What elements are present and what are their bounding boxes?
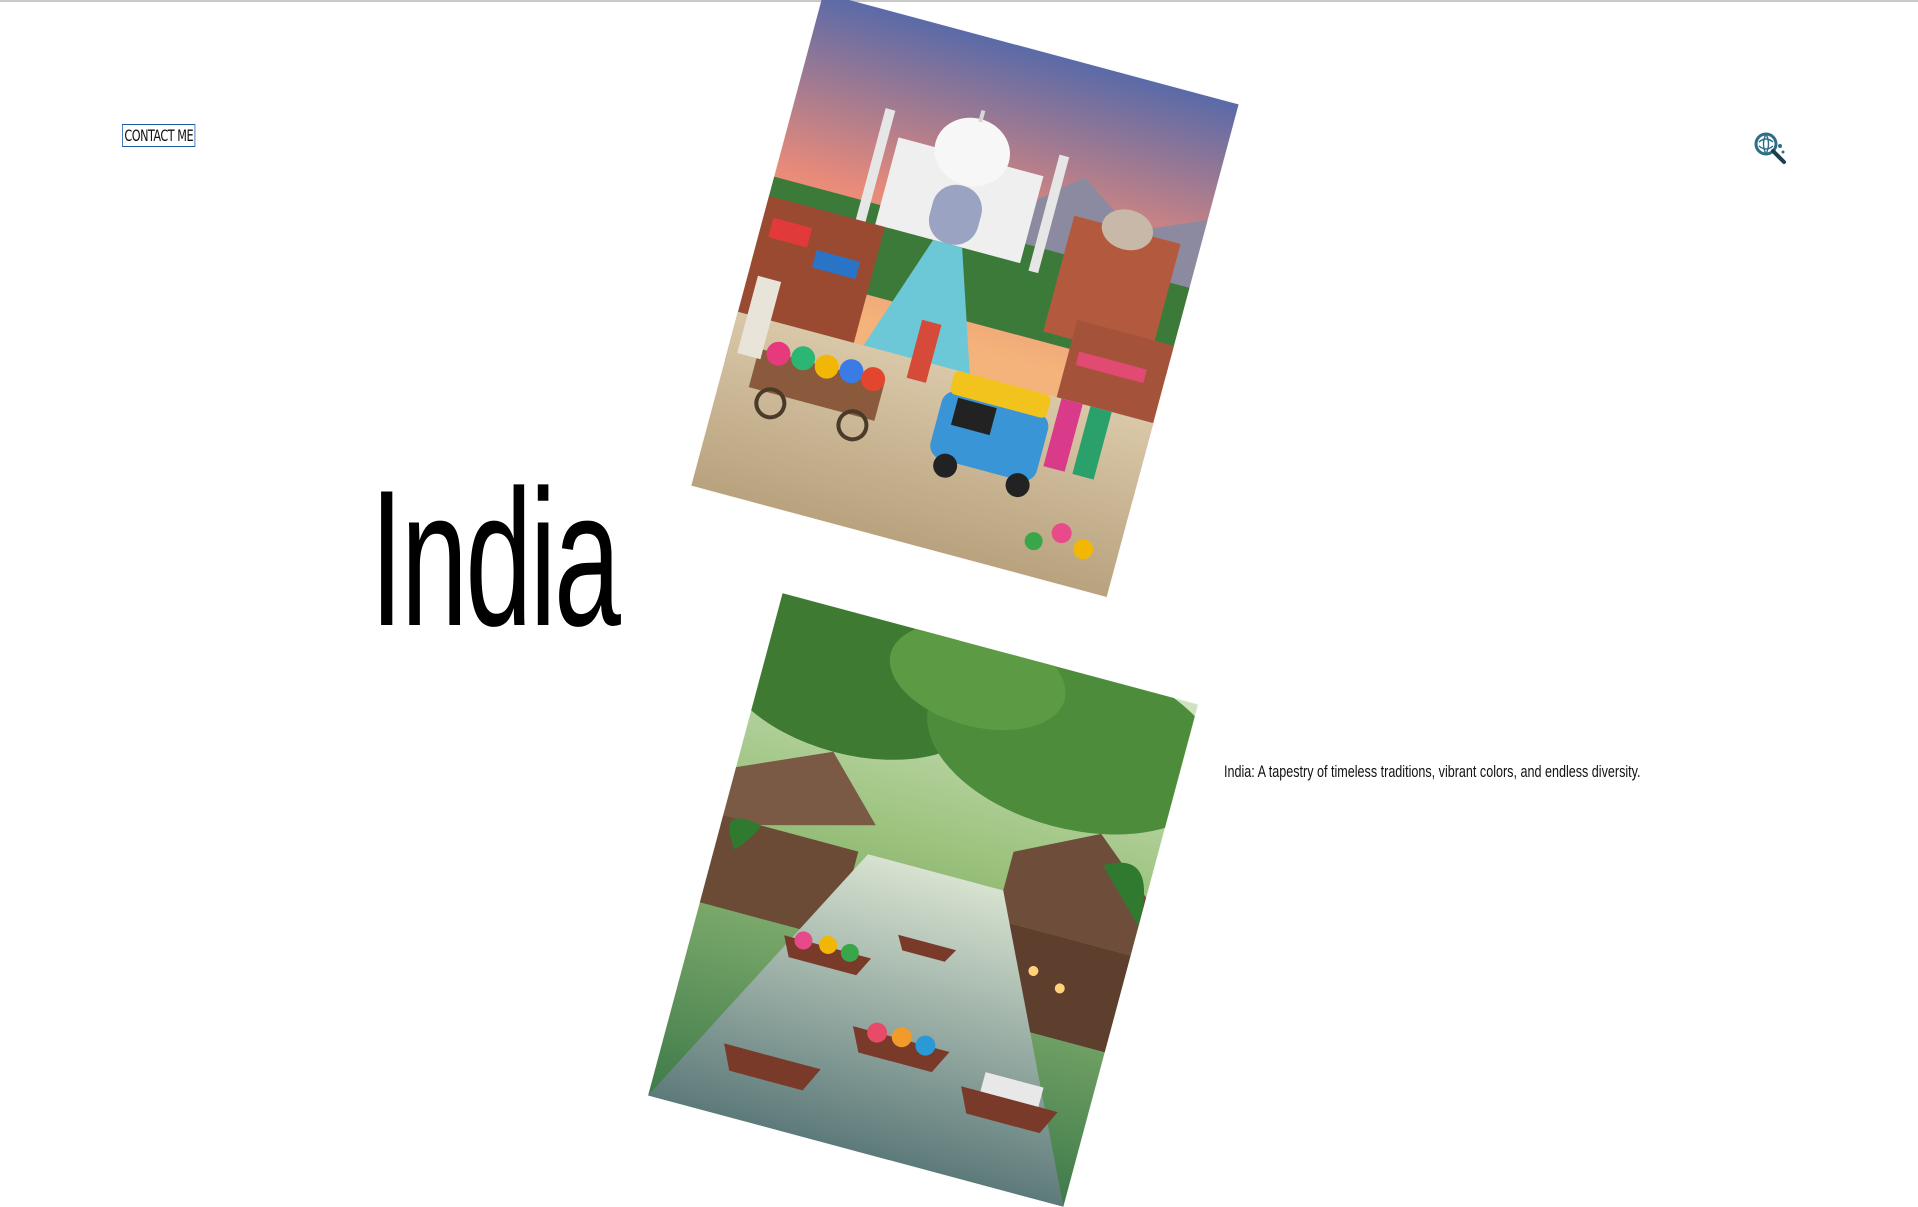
hero-tagline: India: A tapestry of timeless traditions… — [1224, 762, 1641, 781]
hero-title: India — [370, 450, 621, 667]
magnifier-globe-icon[interactable] — [1752, 130, 1788, 166]
contact-me-link[interactable]: CONTACT ME — [122, 124, 196, 147]
floating-market-river-illustration — [648, 593, 1198, 1207]
taj-mahal-street-market-illustration — [691, 0, 1239, 597]
top-border-line — [0, 0, 1918, 2]
